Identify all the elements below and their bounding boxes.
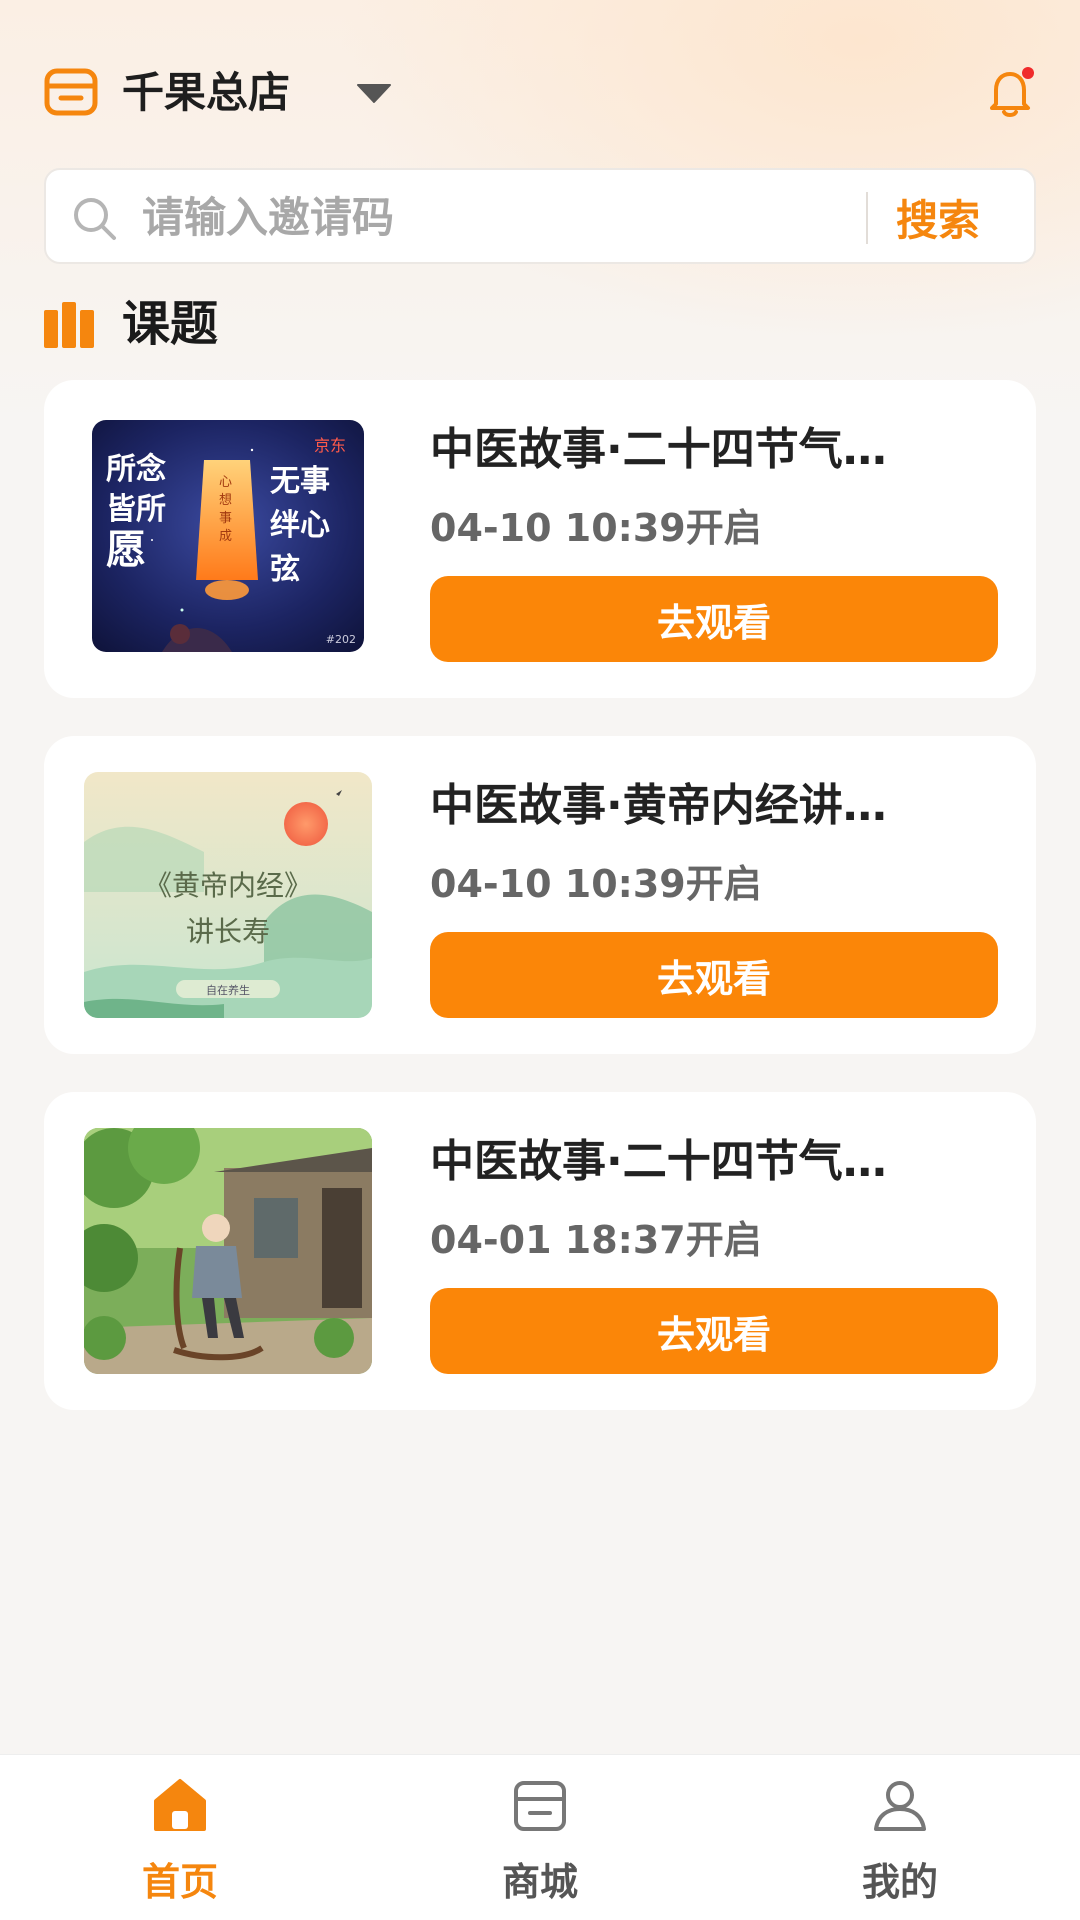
user-icon bbox=[874, 1781, 926, 1831]
course-thumbnail-lantern[interactable]: 京东 所念 皆所 愿 无事 绊心 弦 心想事成 #202 bbox=[92, 420, 364, 652]
store-name[interactable]: 千果总店 bbox=[122, 66, 290, 120]
thumb-right-text: 无事 绊心 弦 bbox=[270, 464, 330, 587]
tab-label: 首页 bbox=[141, 1860, 218, 1904]
course-card[interactable]: 中医故事·二十四节气… 04-01 18:37开启 去观看 bbox=[44, 1092, 1036, 1410]
thumb-corner-text: #202 bbox=[325, 633, 356, 646]
thumb-subtitle: 讲长寿 bbox=[185, 915, 270, 948]
watch-button[interactable]: 去观看 bbox=[430, 932, 998, 1018]
tab-shop[interactable]: 商城 bbox=[440, 1755, 640, 1920]
search-bar: 搜索 bbox=[44, 168, 1036, 264]
course-title[interactable]: 中医故事·二十四节气… bbox=[430, 420, 1000, 480]
thumb-left-text: 所念 皆所 愿 bbox=[106, 452, 166, 573]
thumb-brand: 京东 bbox=[313, 436, 346, 455]
watch-button[interactable]: 去观看 bbox=[430, 576, 998, 662]
caret-down-icon[interactable] bbox=[356, 82, 392, 104]
search-icon bbox=[74, 198, 116, 240]
shop-icon bbox=[514, 1781, 566, 1831]
course-card[interactable]: 《黄帝内经》 讲长寿 自在养生 中医故事·黄帝内经讲… 04-10 10:39开… bbox=[44, 736, 1036, 1054]
course-card[interactable]: 京东 所念 皆所 愿 无事 绊心 弦 心想事成 #202 中医故事·二十四节气…… bbox=[44, 380, 1036, 698]
bell-icon[interactable] bbox=[982, 64, 1038, 120]
tab-label: 商城 bbox=[501, 1860, 578, 1904]
home-icon bbox=[154, 1779, 206, 1831]
course-start-time: 04-01 18:37开启 bbox=[430, 1218, 762, 1262]
tab-profile[interactable]: 我的 bbox=[800, 1755, 1000, 1920]
course-start-time: 04-10 10:39开启 bbox=[430, 506, 762, 550]
thumb-title: 《黄帝内经》 bbox=[143, 869, 312, 902]
thumb-footer: 自在养生 bbox=[206, 984, 250, 997]
storefront-icon[interactable] bbox=[44, 68, 98, 116]
invite-code-input[interactable] bbox=[142, 184, 882, 250]
lantern-text: 心想事成 bbox=[219, 475, 233, 544]
tab-label: 我的 bbox=[861, 1860, 938, 1904]
course-thumbnail-neijing[interactable]: 《黄帝内经》 讲长寿 自在养生 bbox=[84, 772, 372, 1018]
watch-button[interactable]: 去观看 bbox=[430, 1288, 998, 1374]
search-divider bbox=[866, 192, 868, 244]
tab-home[interactable]: 首页 bbox=[80, 1755, 280, 1920]
course-start-time: 04-10 10:39开启 bbox=[430, 862, 762, 906]
course-thumbnail-elder[interactable] bbox=[84, 1128, 372, 1374]
books-icon bbox=[44, 302, 94, 348]
section-title: 课题 bbox=[122, 296, 219, 352]
bottom-tab-bar: 首页 商城 我的 bbox=[0, 1754, 1080, 1920]
course-title[interactable]: 中医故事·黄帝内经讲… bbox=[430, 776, 1000, 836]
search-button[interactable]: 搜索 bbox=[896, 184, 1020, 250]
app-header: 千果总店 bbox=[0, 58, 1080, 128]
elder-illustration-image bbox=[84, 1128, 372, 1374]
course-title[interactable]: 中医故事·二十四节气… bbox=[430, 1132, 1000, 1192]
